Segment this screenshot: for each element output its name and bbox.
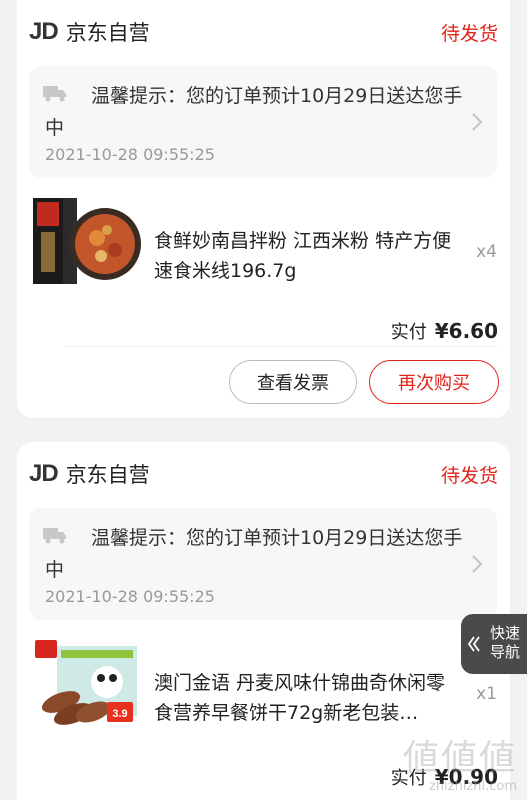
product-row[interactable]: 食鲜妙南昌拌粉 江西米粉 特产方便速食米线196.7g x4 xyxy=(31,190,497,284)
shop-name[interactable]: 京东自营 xyxy=(66,17,150,47)
watermark-url: zhizhizhi.com xyxy=(429,779,517,794)
tip-text: 温馨提示：您的订单预计10月29日送达您手中 xyxy=(45,527,463,581)
product-name[interactable]: 食鲜妙南昌拌粉 江西米粉 特产方便速食米线196.7g xyxy=(154,226,464,286)
product-thumbnail[interactable] xyxy=(31,190,143,290)
watermark-logo: 値値値 xyxy=(402,738,517,779)
thumb-price-tag: 3.9 xyxy=(112,708,127,720)
view-invoice-button[interactable]: 查看发票 xyxy=(229,360,357,404)
delivery-tip[interactable]: 温馨提示：您的订单预计10月29日送达您手中 2021-10-28 09:55:… xyxy=(29,66,497,178)
product-name[interactable]: 澳门金语 丹麦风味什锦曲奇休闲零食营养早餐饼干72g新老包装… xyxy=(154,668,464,728)
order-header: JD 京东自营 待发货 xyxy=(29,454,498,494)
product-thumbnail[interactable]: 3.9 xyxy=(31,632,143,732)
tip-text: 温馨提示：您的订单预计10月29日送达您手中 xyxy=(45,85,463,139)
product-row[interactable]: 3.9 澳门金语 丹麦风味什锦曲奇休闲零食营养早餐饼干72g新老包装… x1 xyxy=(31,632,497,742)
jd-logo: JD xyxy=(29,18,59,45)
paid-amount: 实付 ¥6.60 xyxy=(391,318,498,344)
product-quantity: x4 xyxy=(476,242,497,262)
tip-time: 2021-10-28 09:55:25 xyxy=(45,145,215,164)
buy-again-button[interactable]: 再次购买 xyxy=(369,360,499,404)
chevron-right-icon xyxy=(472,113,483,131)
quick-nav-label: 快速导航 xyxy=(489,624,520,661)
chevron-right-icon xyxy=(472,555,483,573)
tip-time: 2021-10-28 09:55:25 xyxy=(45,587,215,606)
jd-logo: JD xyxy=(29,460,59,487)
divider xyxy=(65,346,498,347)
shop-name[interactable]: 京东自营 xyxy=(66,459,150,489)
order-status: 待发货 xyxy=(440,465,498,487)
product-quantity: x1 xyxy=(476,684,497,704)
watermark: 値値値 zhizhizhi.com xyxy=(402,738,517,795)
delivery-tip[interactable]: 温馨提示：您的订单预计10月29日送达您手中 2021-10-28 09:55:… xyxy=(29,508,497,620)
quick-nav-button[interactable]: 快速导航 xyxy=(461,614,527,674)
order-status: 待发货 xyxy=(440,23,498,45)
order-header: JD 京东自营 待发货 xyxy=(29,12,498,52)
paid-price: ¥6.60 xyxy=(434,319,498,343)
double-chevron-left-icon xyxy=(467,636,480,652)
paid-label: 实付 xyxy=(390,322,427,343)
order-card[interactable]: JD 京东自营 待发货 温馨提示：您的订单预计10月29日送达您手中 2021-… xyxy=(17,0,510,418)
